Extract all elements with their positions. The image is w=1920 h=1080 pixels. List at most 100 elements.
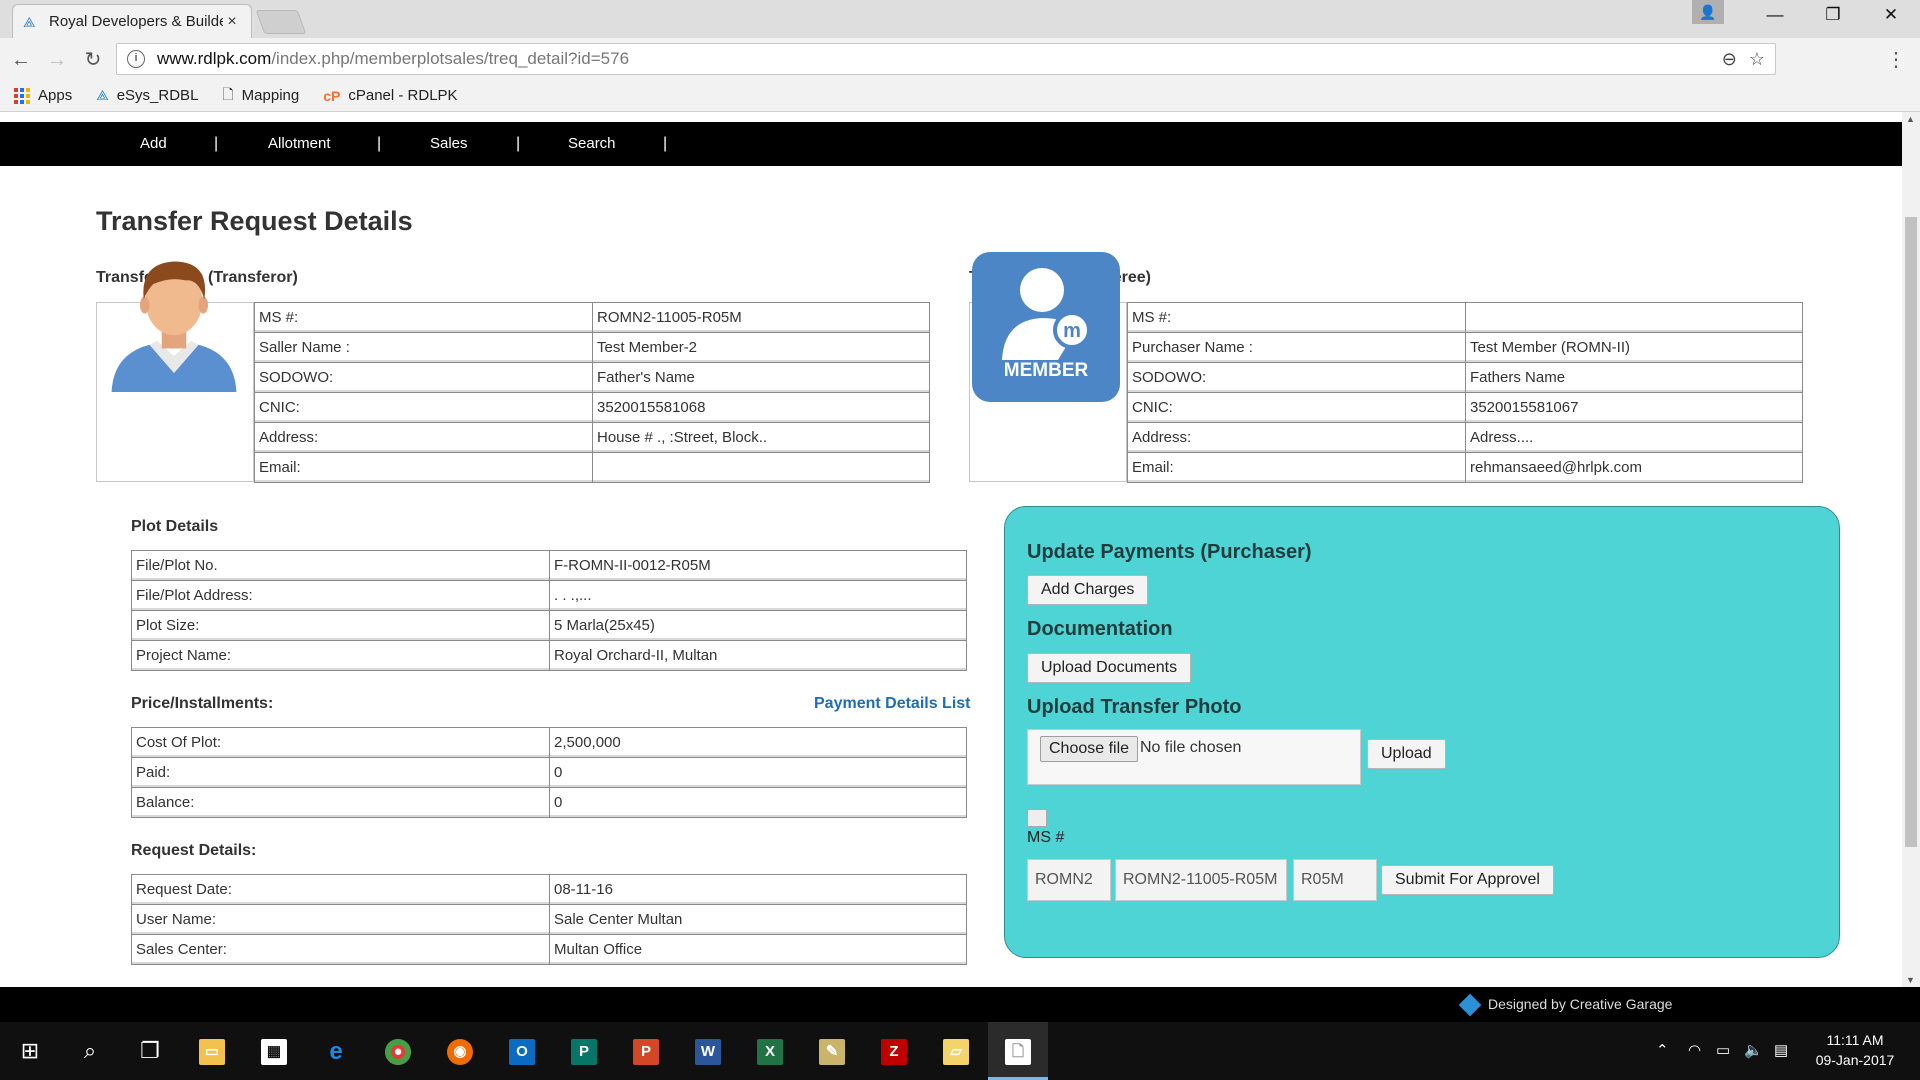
nav-sales[interactable]: Sales	[430, 122, 468, 166]
window-close-icon[interactable]: ✕	[1862, 0, 1920, 30]
bookmark-label: Mapping	[241, 87, 300, 104]
choose-file-button[interactable]: Choose file	[1040, 736, 1139, 762]
nav-separator: |	[214, 135, 219, 152]
task-view-icon[interactable]: ❐	[120, 1022, 180, 1080]
filezilla-icon[interactable]: Z	[864, 1022, 924, 1080]
page-icon: 🗋	[222, 85, 234, 102]
nav-separator: |	[377, 135, 382, 152]
row-value: 08-11-16	[549, 874, 967, 905]
table-row: Paid: 0	[131, 757, 967, 788]
site-info-icon[interactable]: i	[127, 50, 145, 68]
bookmark-esys[interactable]: ⟁ eSys_RDBL	[96, 87, 198, 104]
taskbar-clock[interactable]: 11:11 AM 09-Jan-2017	[1810, 1030, 1900, 1070]
ms-number-input[interactable]: ROMN2-11005-R05M	[1115, 859, 1287, 901]
add-charges-button[interactable]: Add Charges	[1027, 575, 1149, 605]
notepad-app-icon[interactable]: ✎	[802, 1022, 862, 1080]
table-row: File/Plot No. F-ROMN-II-0012-R05M	[131, 550, 967, 581]
table-row: MS #: ROMN2-11005-R05M	[254, 302, 930, 333]
submit-for-approval-button[interactable]: Submit For Approvel	[1381, 865, 1554, 895]
nav-add[interactable]: Add	[140, 122, 167, 166]
row-label: Address:	[254, 422, 593, 453]
bookmark-apps[interactable]: Apps	[14, 87, 72, 104]
profile-icon[interactable]: 👤	[1692, 0, 1724, 24]
row-value: Royal Orchard-II, Multan	[549, 640, 967, 671]
row-label: File/Plot Address:	[131, 580, 550, 611]
volume-icon[interactable]: 🔈	[1744, 1022, 1763, 1080]
windows-start-icon[interactable]: ⊞	[0, 1022, 60, 1080]
table-row: File/Plot Address:. . .,...	[131, 580, 967, 611]
table-row: User Name: Sale Center Multan	[131, 904, 967, 935]
page-scrollbar[interactable]: ▲ ▼	[1902, 112, 1920, 987]
bookmark-cpanel[interactable]: cP cPanel - RDLPK	[323, 87, 457, 104]
row-value: F-ROMN-II-0012-R05M	[549, 550, 967, 581]
address-bar[interactable]: i www.rdlpk.com /index.php/memberplotsal…	[116, 43, 1776, 75]
file-explorer-icon[interactable]: ▭	[182, 1022, 242, 1080]
bookmark-mapping[interactable]: 🗋 Mapping	[222, 84, 299, 108]
upload-button[interactable]: Upload	[1367, 739, 1446, 769]
firefox-icon[interactable]: ◉	[430, 1022, 490, 1080]
bookmark-star-icon[interactable]: ☆	[1749, 49, 1765, 70]
minimize-icon[interactable]: —	[1746, 0, 1804, 30]
battery-icon[interactable]: ▭	[1716, 1022, 1730, 1080]
scroll-thumb[interactable]	[1905, 217, 1917, 847]
table-row: Email:	[254, 452, 930, 483]
notifications-icon[interactable]: ▤	[1774, 1022, 1788, 1080]
reload-icon[interactable]: ↻	[80, 47, 106, 73]
row-value: 0	[549, 757, 967, 788]
zoom-icon[interactable]: ⊖	[1722, 49, 1737, 70]
ms-suffix-input[interactable]: R05M	[1293, 859, 1377, 901]
request-table: Request Date: 08-11-16 User Name: Sale Cen…	[131, 874, 967, 965]
tray-chevron-icon[interactable]: ⌃	[1656, 1022, 1669, 1080]
table-row: SODOWO: Father's Name	[254, 362, 930, 393]
row-label: Address:	[1127, 422, 1466, 453]
edge-icon[interactable]: e	[306, 1022, 366, 1080]
apps-grid-icon	[14, 87, 30, 104]
svg-text:m: m	[1063, 320, 1081, 342]
browser-tab[interactable]: ⟁ Royal Developers & Builde ×	[12, 4, 252, 38]
active-document-icon[interactable]: 🗋	[988, 1022, 1048, 1080]
nav-allotment[interactable]: Allotment	[268, 122, 331, 166]
file-input[interactable]: Choose file No file chosen	[1027, 729, 1361, 785]
payment-details-link[interactable]: Payment Details List	[814, 695, 971, 713]
bookmark-label: eSys_RDBL	[116, 87, 199, 104]
wifi-icon[interactable]: ◠	[1688, 1022, 1701, 1080]
window-controls: 👤 — ❐ ✕	[1692, 0, 1920, 30]
scroll-up-icon[interactable]: ▲	[1906, 114, 1915, 124]
windows-taskbar: ⊞ ⌕ ❐ ▭ ▦ e ● ◉ O P P W X ✎ Z ▱ 🗋 ⌃ ◠ ▭ …	[0, 1022, 1920, 1080]
search-icon[interactable]: ⌕	[60, 1022, 120, 1080]
chrome-icon[interactable]: ●	[368, 1022, 428, 1080]
clock-date: 09-Jan-2017	[1815, 1052, 1895, 1068]
row-label: CNIC:	[1127, 392, 1466, 423]
row-value: ROMN2-11005-R05M	[592, 302, 930, 333]
store-icon[interactable]: ▦	[244, 1022, 304, 1080]
new-tab-button[interactable]	[255, 10, 307, 34]
back-icon[interactable]: ←	[8, 47, 34, 73]
nav-separator: |	[663, 135, 668, 152]
excel-icon[interactable]: X	[740, 1022, 800, 1080]
outlook-icon[interactable]: O	[492, 1022, 552, 1080]
forward-icon[interactable]: →	[44, 47, 70, 73]
browser-menu-icon[interactable]: ⋮	[1886, 47, 1906, 72]
ms-prefix-input[interactable]: ROMN2	[1027, 859, 1111, 901]
restore-icon[interactable]: ❐	[1804, 0, 1862, 30]
folder-icon[interactable]: ▱	[926, 1022, 986, 1080]
bookmark-label: cPanel - RDLPK	[348, 87, 458, 104]
table-row: SODOWO: Fathers Name	[1127, 362, 1803, 393]
creative-garage-logo-icon	[1458, 993, 1482, 1016]
powerpoint-icon[interactable]: P	[616, 1022, 676, 1080]
footer-credit-text: Designed by Creative Garage	[1488, 996, 1673, 1012]
upload-documents-button[interactable]: Upload Documents	[1027, 653, 1192, 683]
scroll-down-icon[interactable]: ▼	[1906, 975, 1915, 985]
site-nav: Add | Allotment | Sales | Search |	[0, 122, 1902, 166]
close-tab-icon[interactable]: ×	[223, 13, 241, 31]
row-value: Test Member (ROMN-II)	[1465, 332, 1803, 363]
member-badge-label: MEMBER	[1003, 360, 1089, 381]
member-user-icon: m	[1002, 268, 1091, 360]
plot-heading: Plot Details	[131, 518, 219, 535]
row-value: 2,500,000	[549, 727, 967, 758]
url-path: /index.php/memberplotsales/treq_detail?i…	[271, 49, 630, 68]
word-icon[interactable]: W	[678, 1022, 738, 1080]
publisher-icon[interactable]: P	[554, 1022, 614, 1080]
nav-search[interactable]: Search	[568, 122, 616, 166]
row-value: Father's Name	[592, 362, 930, 393]
